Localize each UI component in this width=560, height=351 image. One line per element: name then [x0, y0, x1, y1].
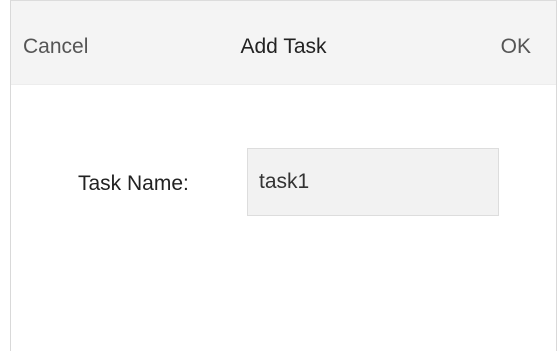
task-name-row: Task Name:: [11, 148, 556, 218]
dialog-header: Cancel Add Task OK: [11, 1, 556, 85]
task-name-input[interactable]: [247, 148, 499, 216]
dialog-title: Add Task: [240, 35, 327, 58]
ok-button[interactable]: OK: [501, 35, 531, 59]
add-task-dialog: Cancel Add Task OK Task Name:: [10, 0, 557, 351]
task-name-label: Task Name:: [78, 172, 189, 195]
